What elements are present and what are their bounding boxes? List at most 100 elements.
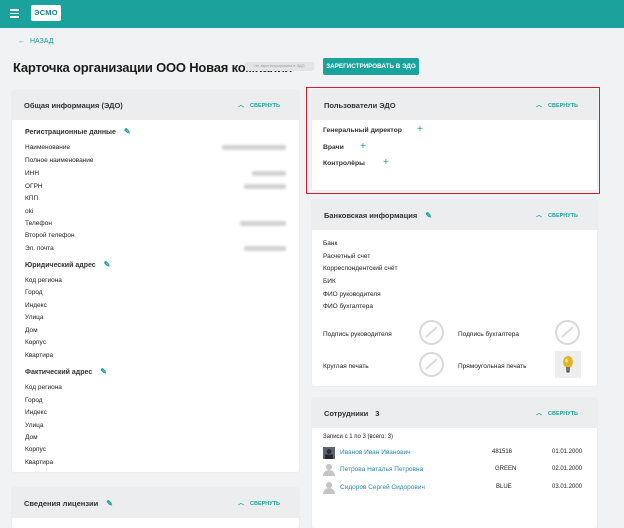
- round-stamp-label: Круглая печать: [323, 363, 369, 370]
- field-label: Корпус: [25, 446, 46, 453]
- field-label: Корпус: [25, 339, 46, 346]
- field-label: ФИО бухгалтера: [323, 303, 373, 310]
- field-label: ОГРН: [25, 183, 43, 190]
- collapse-label: СВЕРНУТЬ: [548, 213, 579, 219]
- legal-address-section-title: Юридический адрес ✎: [25, 260, 110, 269]
- edit-icon[interactable]: ✎: [100, 367, 107, 376]
- field-label: ИНН: [25, 170, 40, 177]
- chevron-up-icon: ︿: [238, 501, 245, 507]
- avatar: [323, 447, 335, 459]
- collapse-button[interactable]: ︿ СВЕРНУТЬ: [536, 210, 578, 219]
- license-card: Сведения лицензии ✎ ︿ СВЕРНУТЬ: [12, 488, 299, 528]
- employee-name-link[interactable]: Иванов Иван Иванович: [340, 449, 411, 456]
- collapse-button[interactable]: ︿ СВЕРНУТЬ: [238, 498, 280, 507]
- card-title-label: Сотрудники: [324, 409, 369, 418]
- field-label: Индекс: [25, 302, 47, 309]
- card-title-label: Банковская информация: [324, 211, 418, 220]
- app-logo[interactable]: ЭСМО: [31, 5, 61, 21]
- blurred-value: [252, 171, 286, 176]
- field-label: Квартира: [25, 352, 54, 359]
- field-label: Квартира: [25, 459, 54, 466]
- employee-date: 01.01.2000: [552, 449, 583, 455]
- edit-icon[interactable]: ✎: [104, 260, 111, 269]
- field-label: Полное наименование: [25, 157, 94, 164]
- avatar-placeholder-icon: [323, 482, 335, 494]
- collapse-button[interactable]: ︿ СВЕРНУТЬ: [238, 100, 280, 109]
- field-label: Индекс: [25, 409, 47, 416]
- field-label: Наименование: [25, 144, 71, 151]
- employee-count: 3: [375, 409, 380, 418]
- chevron-up-icon: ︿: [238, 103, 245, 109]
- card-header: Общая информация (ЭДО) ︿ СВЕРНУТЬ: [12, 90, 299, 120]
- register-edo-button[interactable]: ЗАРЕГИСТРИРОВАТЬ В ЭДО: [323, 58, 419, 75]
- card-title: Сведения лицензии ✎: [24, 499, 113, 508]
- highlight-box: [306, 87, 600, 194]
- card-title-label: Сведения лицензии: [24, 499, 99, 508]
- field-label: Улица: [25, 314, 44, 321]
- collapse-button[interactable]: ︿ СВЕРНУТЬ: [536, 408, 578, 417]
- section-label: Юридический адрес: [25, 262, 96, 269]
- registration-section-title: Регистрационные данные ✎: [25, 127, 131, 136]
- field-label: Второй телефон: [25, 232, 75, 239]
- top-app-bar: ЭСМО: [0, 0, 624, 28]
- chevron-up-icon: ︿: [536, 411, 543, 417]
- empty-signature-icon[interactable]: [555, 320, 580, 345]
- employee-name-link[interactable]: Сидоров Сергей Сидорович: [340, 484, 425, 491]
- chevron-up-icon: ︿: [536, 213, 543, 219]
- edit-icon[interactable]: ✎: [124, 127, 131, 136]
- section-label: Регистрационные данные: [25, 129, 116, 136]
- field-label: Банк: [323, 240, 338, 247]
- signature-head-label: Подпись руководителя: [323, 331, 392, 338]
- actual-address-section-title: Фактический адрес ✎: [25, 367, 107, 376]
- card-header: Банковская информация ✎ ︿ СВЕРНУТЬ: [312, 200, 597, 230]
- field-label: Улица: [25, 422, 44, 429]
- field-label: ФИО руководителя: [323, 291, 381, 298]
- field-label: БИК: [323, 278, 336, 285]
- employee-code: 481516: [492, 449, 513, 455]
- collapse-label: СВЕРНУТЬ: [250, 501, 281, 507]
- rect-stamp-label: Прямоугольная печать: [458, 363, 527, 370]
- blurred-value: [244, 184, 286, 189]
- general-info-card: Общая информация (ЭДО) ︿ СВЕРНУТЬ Регистр…: [12, 90, 299, 472]
- field-label: КПП: [25, 195, 39, 202]
- empty-stamp-icon[interactable]: [419, 352, 444, 377]
- card-title: Сотрудники 3: [324, 409, 379, 418]
- employee-name-link[interactable]: Петрова Наталья Петровна: [340, 466, 423, 473]
- field-label: Дом: [25, 327, 38, 334]
- collapse-label: СВЕРНУТЬ: [548, 411, 579, 417]
- bank-info-card: Банковская информация ✎ ︿ СВЕРНУТЬ Банк Ра…: [312, 200, 597, 386]
- blurred-value: [240, 221, 286, 226]
- back-label: НАЗАД: [30, 38, 54, 45]
- field-label: Эл. почта: [25, 245, 54, 252]
- edit-icon[interactable]: ✎: [425, 211, 432, 220]
- field-label: Дом: [25, 434, 38, 441]
- card-title: Общая информация (ЭДО): [24, 101, 123, 110]
- field-label: Расчетный счет: [323, 253, 371, 260]
- employee-date: 02.01.2000: [552, 466, 583, 472]
- menu-icon[interactable]: [10, 9, 19, 18]
- field-label: Код региона: [25, 384, 62, 391]
- section-label: Фактический адрес: [25, 369, 93, 376]
- blurred-value: [222, 145, 286, 150]
- field-label: Телефон: [25, 220, 52, 227]
- avatar-placeholder-icon: [323, 464, 335, 476]
- stamp-image[interactable]: [555, 351, 581, 378]
- signature-accountant-label: Подпись бухгалтера: [458, 331, 519, 338]
- employee-code: GREEN: [495, 466, 517, 472]
- arrow-left-icon: ←: [18, 38, 25, 45]
- field-label: oki: [25, 208, 34, 215]
- lightbulb-icon: [563, 356, 573, 373]
- field-label: Корреспондентский счёт: [323, 265, 398, 272]
- status-badge: Не зарегистрирована в ЭДО: [245, 62, 314, 71]
- edit-icon[interactable]: ✎: [106, 499, 113, 508]
- employee-code: BLUE: [496, 484, 512, 490]
- employee-photo: [323, 447, 335, 459]
- field-label: Город: [25, 397, 43, 404]
- back-link[interactable]: ← НАЗАД: [18, 38, 54, 45]
- empty-signature-icon[interactable]: [419, 320, 444, 345]
- collapse-label: СВЕРНУТЬ: [250, 103, 281, 109]
- field-label: Код региона: [25, 277, 62, 284]
- blurred-value: [244, 246, 286, 251]
- employees-card: Сотрудники 3 ︿ СВЕРНУТЬ Записи с 1 по 3 (в…: [312, 398, 597, 528]
- field-label: Город: [25, 289, 43, 296]
